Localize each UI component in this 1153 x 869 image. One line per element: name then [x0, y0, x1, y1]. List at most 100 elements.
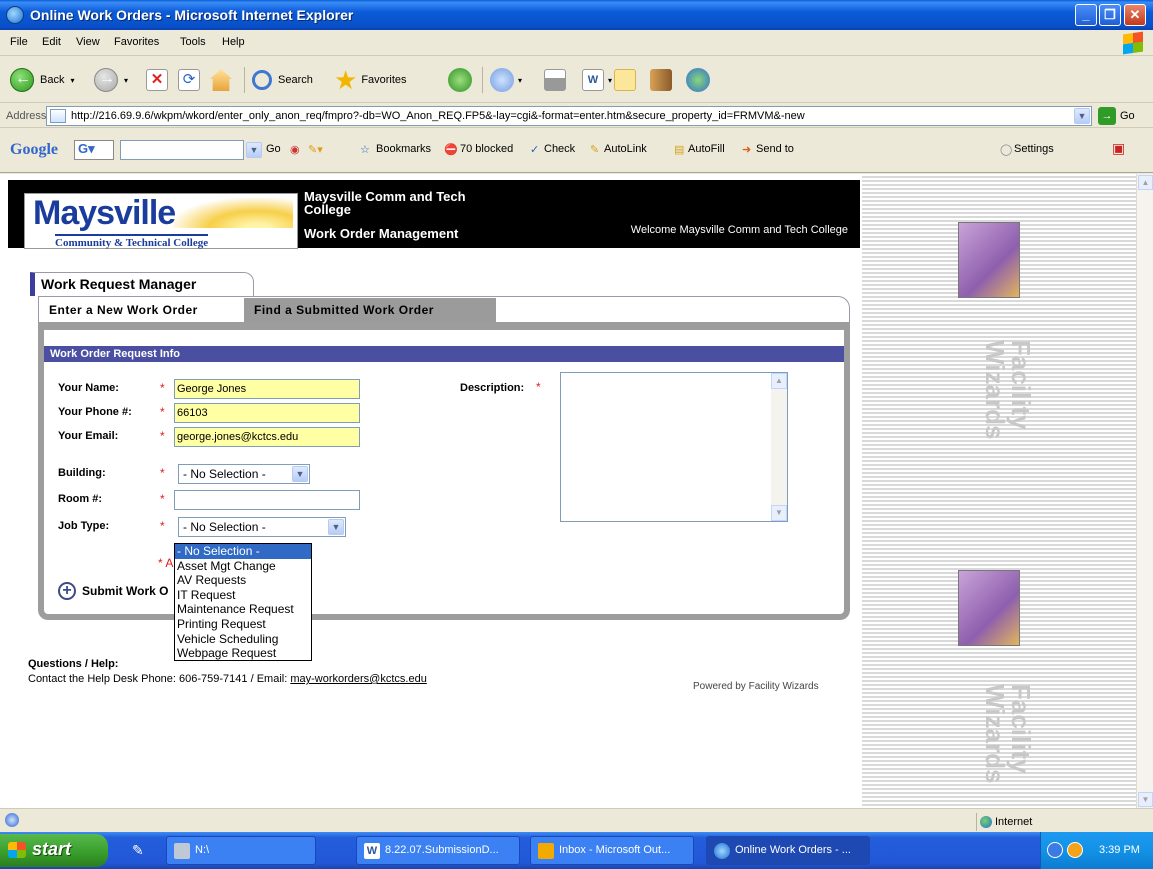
address-dropdown-arrow-icon[interactable]: ▼ — [1074, 108, 1090, 124]
media-icon — [448, 68, 472, 92]
work-order-form: Work Order Request Info Your Name: * Geo… — [38, 322, 850, 620]
job-option[interactable]: Webpage Request — [175, 646, 311, 661]
tab-enter-new-work-order[interactable]: Enter a New Work Order — [38, 297, 242, 323]
tray-arrow-icon[interactable] — [1047, 842, 1063, 858]
room-input[interactable] — [174, 490, 360, 510]
building-select[interactable]: - No Selection - ▼ — [178, 464, 310, 484]
description-scrollbar[interactable]: ▲ ▼ — [771, 373, 787, 521]
taskbar-item-ie[interactable]: Online Work Orders - ... — [706, 836, 870, 865]
menu-file[interactable]: File — [10, 36, 28, 48]
menu-edit[interactable]: Edit — [42, 36, 61, 48]
email-input[interactable]: george.jones@kctcs.edu — [174, 427, 360, 447]
phone-input[interactable]: 66103 — [174, 403, 360, 423]
autofill-button[interactable]: AutoFill — [688, 143, 725, 155]
start-label: start — [32, 839, 72, 859]
google-logo[interactable]: Google — [10, 141, 58, 159]
maximize-button[interactable]: ❐ — [1099, 4, 1121, 26]
job-option[interactable]: AV Requests — [175, 573, 311, 588]
address-label: Address — [6, 110, 47, 122]
windows-taskbar: start ✎ N:\ W 8.22.07.SubmissionD... Inb… — [0, 832, 1153, 869]
google-search-dropdown-icon[interactable]: ▼ — [246, 142, 262, 158]
spellcheck-button[interactable]: Check — [544, 143, 575, 155]
popup-blocked-count[interactable]: 70 blocked — [460, 143, 513, 155]
quicklaunch-icon[interactable]: ✎ — [132, 842, 148, 858]
search-button[interactable]: Search — [252, 66, 313, 94]
refresh-button[interactable]: ⟳ — [178, 66, 200, 94]
scroll-down-icon[interactable]: ▼ — [1138, 792, 1153, 807]
star-icon: ★ — [334, 65, 358, 95]
print-button[interactable] — [544, 66, 566, 94]
menu-tools[interactable]: Tools — [180, 36, 206, 48]
settings-radio-icon: ◯ — [1000, 144, 1013, 156]
word-icon: W — [364, 843, 380, 859]
job-type-select[interactable]: - No Selection - ▼ — [178, 517, 346, 537]
window-title-bar[interactable]: Online Work Orders - Microsoft Internet … — [0, 0, 1153, 30]
clock[interactable]: 3:39 PM — [1099, 844, 1140, 856]
form-section-header: Work Order Request Info — [44, 346, 844, 362]
favorites-button[interactable]: ★ Favorites — [334, 66, 407, 94]
taskbar-item-drive[interactable]: N:\ — [166, 836, 316, 865]
tab-find-submitted-work-order[interactable]: Find a Submitted Work Order — [244, 298, 496, 322]
name-input[interactable]: George Jones — [174, 379, 360, 399]
menu-help[interactable]: Help — [222, 36, 245, 48]
home-button[interactable] — [210, 66, 232, 94]
pagerank-icon[interactable]: ✎▾ — [308, 143, 323, 156]
room-label: Room #: — [58, 493, 102, 505]
description-textarea[interactable]: ▲ ▼ — [560, 372, 788, 522]
start-button[interactable]: start — [0, 834, 108, 867]
job-option[interactable]: Maintenance Request — [175, 602, 311, 617]
job-option[interactable]: Printing Request — [175, 617, 311, 632]
close-button[interactable]: ✕ — [1124, 4, 1146, 26]
job-option[interactable]: Asset Mgt Change — [175, 559, 311, 574]
required-star: * — [160, 466, 165, 480]
menu-favorites[interactable]: Favorites — [114, 36, 159, 48]
discuss-button[interactable] — [614, 66, 636, 94]
scroll-up-icon[interactable]: ▲ — [1138, 175, 1153, 190]
scroll-up-icon[interactable]: ▲ — [771, 373, 787, 389]
send-to-button[interactable]: Send to — [756, 143, 794, 155]
google-go-button[interactable]: Go — [266, 143, 281, 155]
required-star: * — [536, 380, 541, 394]
address-input[interactable]: http://216.69.9.6/wkpm/wkord/enter_only_… — [46, 106, 1092, 126]
wizard-logo-icon — [958, 222, 1020, 298]
taskbar-item-word[interactable]: W 8.22.07.SubmissionD... — [356, 836, 520, 865]
news-icon[interactable]: ◉ — [290, 143, 300, 156]
stop-icon: ✕ — [146, 69, 168, 91]
google-search-input[interactable] — [120, 140, 244, 160]
required-star: * — [160, 381, 165, 395]
folder-icon — [614, 69, 636, 91]
printer-icon — [544, 69, 566, 91]
messenger-button[interactable] — [686, 66, 710, 94]
job-option[interactable]: - No Selection - — [175, 544, 311, 559]
forward-button[interactable]: ▾ — [94, 66, 128, 94]
submit-work-order-button[interactable]: + Submit Work O — [58, 582, 168, 600]
minimize-button[interactable]: _ — [1075, 4, 1097, 26]
history-button[interactable]: ▾ — [490, 66, 522, 94]
research-button[interactable] — [650, 66, 672, 94]
go-arrow-icon: → — [1098, 107, 1116, 125]
job-type-dropdown-list[interactable]: - No Selection - Asset Mgt Change AV Req… — [174, 543, 312, 661]
settings-button[interactable]: Settings — [1014, 143, 1054, 155]
stop-button[interactable]: ✕ — [146, 66, 168, 94]
media-button[interactable] — [448, 66, 472, 94]
go-button[interactable]: → Go — [1098, 107, 1135, 125]
autolink-icon: ✎ — [590, 144, 600, 156]
scroll-down-icon[interactable]: ▼ — [771, 505, 787, 521]
edit-button[interactable]: W ▾ — [582, 66, 612, 94]
menu-view[interactable]: View — [76, 36, 100, 48]
favorites-label: Favorites — [361, 74, 407, 86]
google-menu-button[interactable]: G▾ — [74, 140, 114, 160]
help-email-link[interactable]: may-workorders@kctcs.edu — [290, 673, 426, 685]
bookmarks-button[interactable]: Bookmarks — [376, 143, 431, 155]
back-button[interactable]: Back ▾ — [10, 66, 74, 94]
messenger-icon — [686, 68, 710, 92]
pdf-icon[interactable]: ▣ — [1112, 140, 1125, 157]
job-option[interactable]: IT Request — [175, 588, 311, 603]
taskbar-item-outlook[interactable]: Inbox - Microsoft Out... — [530, 836, 694, 865]
toolbar-separator — [482, 67, 483, 93]
tray-clock-icon[interactable] — [1067, 842, 1083, 858]
autolink-button[interactable]: AutoLink — [604, 143, 647, 155]
word-icon: W — [582, 69, 604, 91]
job-option[interactable]: Vehicle Scheduling — [175, 632, 311, 647]
page-vertical-scrollbar[interactable]: ▲ ▼ — [1136, 174, 1153, 808]
